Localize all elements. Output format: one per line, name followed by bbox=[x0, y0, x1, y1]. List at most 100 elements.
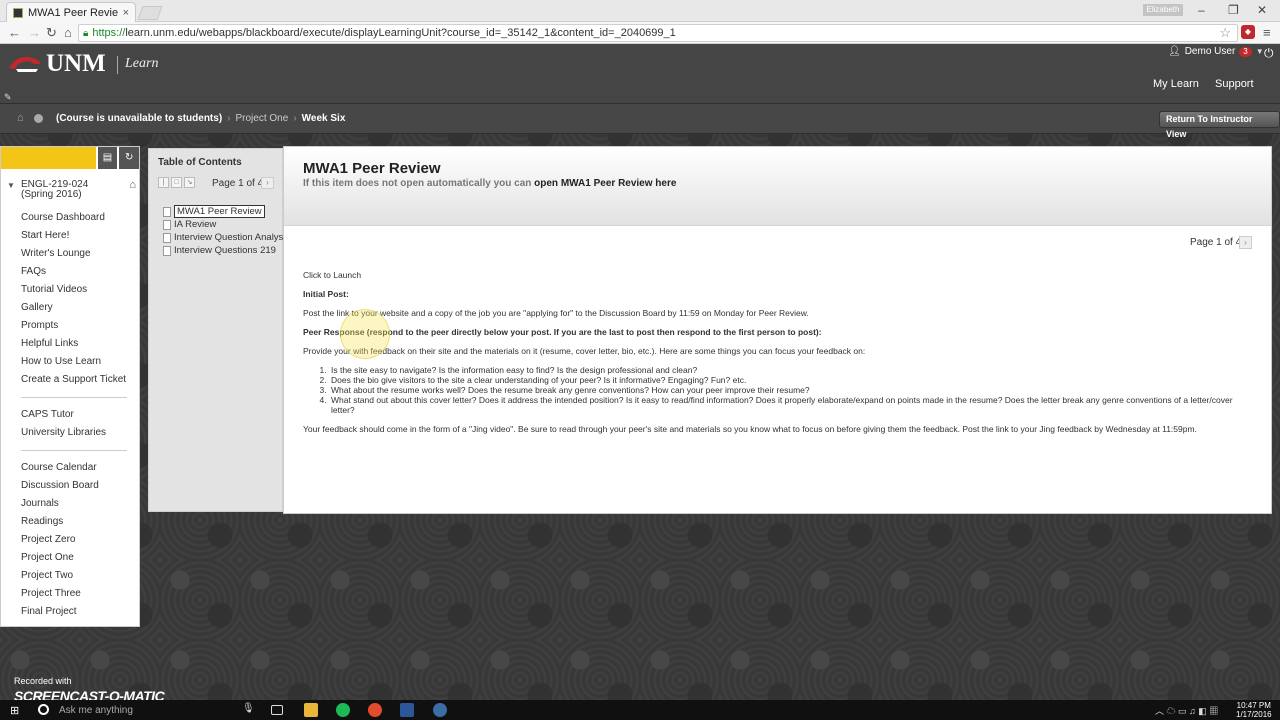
windows-start-icon[interactable]: ⊞ bbox=[10, 704, 22, 717]
back-icon[interactable]: ← bbox=[8, 25, 21, 40]
course-title-label[interactable]: ENGL-219-024 (Spring 2016) bbox=[21, 179, 88, 200]
notification-badge[interactable]: 3 bbox=[1239, 46, 1252, 57]
folder-view-icon[interactable]: ▤ bbox=[97, 147, 118, 169]
taskbar-search[interactable]: Ask me anything bbox=[59, 705, 133, 716]
nav-item-project-zero[interactable]: Project Zero bbox=[1, 531, 139, 549]
cortana-icon[interactable] bbox=[38, 704, 49, 715]
breadcrumb-course[interactable]: (Course is unavailable to students) bbox=[56, 113, 222, 124]
course-menu-list: Course Dashboard Start Here! Writer's Lo… bbox=[1, 209, 139, 621]
toc-item-label[interactable]: MWA1 Peer Review bbox=[174, 205, 265, 218]
minimize-icon[interactable]: – bbox=[1198, 3, 1205, 17]
refresh-icon[interactable]: ↻ bbox=[119, 147, 139, 169]
nav-item-caps-tutor[interactable]: CAPS Tutor bbox=[1, 406, 139, 424]
home-icon[interactable]: ⌂ bbox=[64, 25, 72, 40]
my-learn-link[interactable]: My Learn bbox=[1153, 78, 1199, 90]
click-to-launch-link[interactable]: Click to Launch bbox=[303, 270, 1253, 280]
course-title[interactable]: ▼ ENGL-219-024 (Spring 2016) ⌂ bbox=[1, 180, 139, 200]
content-next-page-icon[interactable]: › bbox=[1239, 236, 1252, 249]
forward-icon[interactable]: → bbox=[28, 25, 41, 40]
nav-item-writers-lounge[interactable]: Writer's Lounge bbox=[1, 245, 139, 263]
feedback-question-list: Is the site easy to navigate? Is the inf… bbox=[303, 365, 1253, 415]
word-icon[interactable] bbox=[400, 703, 414, 717]
unm-lobo-logo-icon bbox=[9, 56, 41, 72]
watermark-caption: Recorded with bbox=[14, 676, 72, 686]
toc-page-view-icon[interactable]: □ bbox=[171, 177, 182, 188]
nav-item-how-to-use-learn[interactable]: How to Use Learn bbox=[1, 353, 139, 371]
toc-view-controls: | □ ↘ bbox=[158, 177, 195, 188]
tab-close-icon[interactable]: × bbox=[123, 7, 129, 19]
open-item-link[interactable]: open MWA1 Peer Review here bbox=[534, 178, 676, 189]
window-close-icon[interactable]: ✕ bbox=[1257, 3, 1267, 17]
content-page-indicator: Page 1 of 4 bbox=[1190, 237, 1242, 248]
collapse-triangle-icon[interactable]: ▼ bbox=[7, 181, 15, 191]
nav-item-create-support-ticket[interactable]: Create a Support Ticket bbox=[1, 371, 139, 389]
nav-item-readings[interactable]: Readings bbox=[1, 513, 139, 531]
course-menu-toggle-icon[interactable] bbox=[34, 114, 43, 123]
return-to-instructor-view-button[interactable]: Return To Instructor View bbox=[1159, 111, 1280, 139]
browser-menu-icon[interactable]: ≡ bbox=[1263, 25, 1271, 40]
system-tray-icons[interactable]: ︿ ☁ ▭ ♫ ◧ ▦ bbox=[1155, 704, 1218, 717]
peer-response-intro: Provide your with feedback on their site… bbox=[303, 346, 866, 356]
nav-item-faqs[interactable]: FAQs bbox=[1, 263, 139, 281]
site-header: UNM Learn 👤︎ Demo User 3 ▼ ⏻ My Learn Su… bbox=[0, 44, 1280, 104]
toc-item[interactable]: IA Review bbox=[163, 218, 290, 231]
nav-item-journals[interactable]: Journals bbox=[1, 495, 139, 513]
nav-item-gallery[interactable]: Gallery bbox=[1, 299, 139, 317]
toc-next-page-icon[interactable]: › bbox=[261, 177, 274, 189]
nav-item-project-two[interactable]: Project Two bbox=[1, 567, 139, 585]
logo-divider bbox=[117, 56, 118, 74]
spotify-icon[interactable] bbox=[336, 703, 350, 717]
toc-collapse-icon[interactable]: ↘ bbox=[184, 177, 195, 188]
toc-item-label[interactable]: Interview Questions 219 bbox=[174, 245, 276, 256]
extension-shield-icon[interactable]: ◆ bbox=[1241, 25, 1255, 39]
course-breadcrumb-bar: ⌂ (Course is unavailable to students) › … bbox=[0, 104, 1280, 139]
learn-logo-text: Learn bbox=[125, 56, 159, 71]
microphone-icon[interactable]: 🎙︎ bbox=[242, 703, 256, 717]
windows-taskbar: ⊞ Ask me anything 🎙︎ ︿ ☁ ▭ ♫ ◧ ▦ 10:47 P… bbox=[0, 700, 1280, 720]
toc-item[interactable]: Interview Questions 219 bbox=[163, 244, 290, 257]
new-tab-button[interactable] bbox=[137, 6, 163, 20]
course-home-icon[interactable]: ⌂ bbox=[17, 112, 24, 124]
nav-item-prompts[interactable]: Prompts bbox=[1, 317, 139, 335]
restore-icon[interactable]: ❐ bbox=[1228, 3, 1239, 17]
browser-tab[interactable]: MWA1 Peer Review – ENG × bbox=[6, 2, 136, 22]
nav-divider bbox=[21, 450, 127, 451]
user-name[interactable]: Demo User bbox=[1185, 46, 1236, 57]
nav-item-final-project[interactable]: Final Project bbox=[1, 603, 139, 621]
pin-icon[interactable]: ✎ bbox=[4, 92, 12, 103]
support-link[interactable]: Support bbox=[1215, 78, 1254, 90]
toc-item[interactable]: MWA1 Peer Review bbox=[163, 205, 290, 218]
nav-item-course-calendar[interactable]: Course Calendar bbox=[1, 459, 139, 477]
feedback-question: What about the resume works well? Does t… bbox=[329, 385, 1253, 395]
toc-item-label[interactable]: Interview Question Analysis bbox=[174, 232, 290, 243]
taskbar-clock[interactable]: 10:47 PM 1/17/2016 bbox=[1236, 701, 1272, 719]
nav-item-discussion-board[interactable]: Discussion Board bbox=[1, 477, 139, 495]
address-bar[interactable]: 🔒︎ https://learn.unm.edu/webapps/blackbo… bbox=[78, 24, 1238, 42]
toc-item[interactable]: Interview Question Analysis bbox=[163, 231, 290, 244]
chrome-icon[interactable] bbox=[368, 703, 382, 717]
logout-power-icon[interactable]: ⏻ bbox=[1264, 46, 1274, 61]
browser-profile-chip[interactable]: Elizabeth bbox=[1143, 4, 1183, 16]
nav-item-start-here[interactable]: Start Here! bbox=[1, 227, 139, 245]
nav-item-course-dashboard[interactable]: Course Dashboard bbox=[1, 209, 139, 227]
initial-post-heading: Initial Post: bbox=[303, 289, 349, 299]
reload-icon[interactable]: ↻ bbox=[46, 25, 57, 41]
breadcrumb-project[interactable]: Project One bbox=[236, 113, 289, 124]
breadcrumb-current: Week Six bbox=[301, 113, 346, 124]
screencast-app-icon[interactable] bbox=[433, 703, 447, 717]
course-home-page-icon[interactable]: ⌂ bbox=[129, 180, 136, 191]
nav-item-project-one[interactable]: Project One bbox=[1, 549, 139, 567]
user-menu[interactable]: 👤︎ Demo User 3 ▼ bbox=[1168, 46, 1264, 57]
file-explorer-icon[interactable] bbox=[304, 703, 318, 717]
nav-item-helpful-links[interactable]: Helpful Links bbox=[1, 335, 139, 353]
content-body: Click to Launch Initial Post: Post the l… bbox=[303, 270, 1253, 443]
nav-item-university-libraries[interactable]: University Libraries bbox=[1, 424, 139, 442]
toc-item-label[interactable]: IA Review bbox=[174, 219, 216, 230]
nav-item-project-three[interactable]: Project Three bbox=[1, 585, 139, 603]
bookmark-star-icon[interactable]: ☆ bbox=[1219, 25, 1231, 41]
nav-item-tutorial-videos[interactable]: Tutorial Videos bbox=[1, 281, 139, 299]
chevron-down-icon[interactable]: ▼ bbox=[1256, 47, 1264, 56]
toc-list-view-icon[interactable]: | bbox=[158, 177, 169, 188]
task-view-icon[interactable] bbox=[271, 705, 283, 715]
unm-logo-text[interactable]: UNM bbox=[46, 50, 106, 78]
